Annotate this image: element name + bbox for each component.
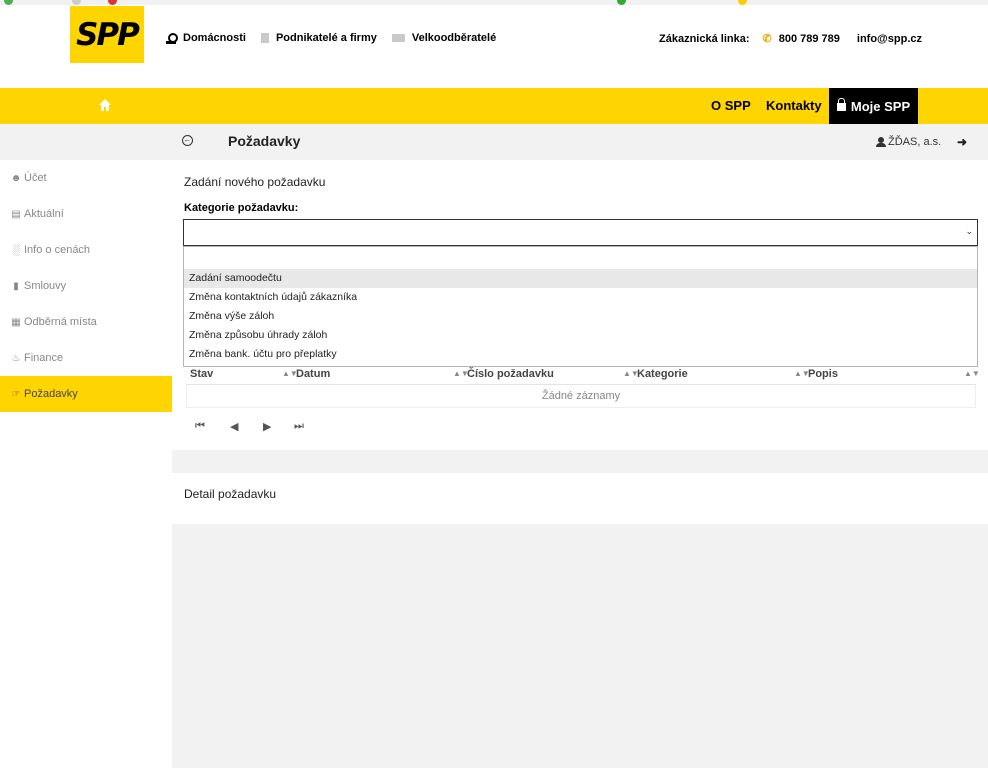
contact-label: Zákaznická linka: bbox=[659, 32, 750, 45]
phone-icon: ✆ bbox=[762, 33, 772, 45]
user-icon bbox=[876, 137, 886, 147]
my-account-button[interactable]: Moje SPP bbox=[829, 88, 918, 124]
my-account-label: Moje SPP bbox=[850, 98, 911, 114]
sidebar-item-requests[interactable]: ☞ Požadavky bbox=[0, 376, 172, 412]
table-empty-row: Žádné záznamy bbox=[186, 385, 976, 408]
factory-icon bbox=[391, 34, 405, 42]
spp-logo[interactable]: SPP bbox=[70, 6, 144, 63]
last-page-icon[interactable]: ⏭ bbox=[294, 420, 304, 433]
request-detail-title: Detail požadavku bbox=[184, 487, 277, 501]
nav-about-link[interactable]: O SPP bbox=[711, 98, 751, 113]
dropdown-option[interactable]: Zadání samoodečtu bbox=[184, 269, 977, 288]
page-header: ← Požadavky ŽĎAS, a.s. ➜ bbox=[0, 124, 988, 160]
dropdown-option[interactable]: Změna kontaktních údajů zákazníka bbox=[184, 288, 977, 307]
sidebar-item-label: Účet bbox=[24, 172, 47, 184]
sidebar-item-supply-points[interactable]: ▦ Odběrná místa bbox=[0, 304, 172, 340]
page-title: Požadavky bbox=[228, 133, 301, 149]
user-name: ŽĎAS, a.s. bbox=[888, 136, 942, 148]
logo-text: SPP bbox=[76, 16, 140, 53]
category-select[interactable]: ⌄ bbox=[183, 219, 978, 246]
document-icon: ▮ bbox=[13, 280, 19, 292]
sidebar-item-label: Aktuální bbox=[24, 208, 64, 220]
person-icon bbox=[166, 32, 178, 44]
dropdown-option-empty[interactable] bbox=[184, 249, 977, 268]
column-header-status[interactable]: Stav bbox=[190, 368, 213, 380]
column-header-request-number[interactable]: Číslo požadavku bbox=[467, 368, 554, 380]
segment-label: Domácnosti bbox=[183, 32, 246, 44]
segment-nav: Domácnosti Podnikatelé a firmy Velkoodbě… bbox=[166, 32, 511, 44]
segment-business[interactable]: Podnikatelé a firmy bbox=[260, 32, 377, 44]
building-icon bbox=[260, 33, 269, 43]
home-icon[interactable] bbox=[99, 99, 111, 111]
segment-label: Podnikatelé a firmy bbox=[275, 32, 377, 44]
request-detail-card bbox=[172, 473, 988, 524]
sidebar-item-label: Smlouvy bbox=[24, 280, 67, 292]
sidebar-item-current[interactable]: ▤ Aktuální bbox=[0, 196, 172, 232]
calendar-icon: ▤ bbox=[11, 208, 21, 220]
sidebar-item-contracts[interactable]: ▮ Smlouvy bbox=[0, 268, 172, 304]
sidebar-item-account[interactable]: ☻ Účet bbox=[0, 160, 172, 196]
phone-link[interactable]: 800 789 789 bbox=[779, 33, 840, 45]
column-header-description[interactable]: Popis bbox=[808, 368, 838, 380]
user-icon: ☻ bbox=[10, 172, 22, 184]
grid-icon: ▦ bbox=[11, 316, 21, 328]
hand-pointer-icon: ☞ bbox=[11, 388, 21, 400]
column-header-category[interactable]: Kategorie bbox=[637, 368, 688, 380]
category-label: Kategorie požadavku: bbox=[184, 202, 299, 214]
contact-info: Zákaznická linka: ✆ 800 789 789 info@spp… bbox=[659, 32, 922, 46]
site-header: SPP Domácnosti Podnikatelé a firmy Velko… bbox=[0, 5, 988, 88]
dropdown-option[interactable]: Změna bank. účtu pro přeplatky bbox=[184, 345, 977, 364]
segment-households[interactable]: Domácnosti bbox=[166, 32, 246, 44]
previous-page-icon[interactable]: ◀ bbox=[230, 420, 238, 433]
sidebar-item-prices[interactable]: ░ Info o cenách bbox=[0, 232, 172, 268]
user-info[interactable]: ŽĎAS, a.s. bbox=[876, 136, 941, 148]
dropdown-option[interactable]: Změna výše záloh bbox=[184, 307, 977, 326]
segment-wholesale[interactable]: Velkoodběratelé bbox=[391, 32, 497, 44]
back-arrow-icon[interactable]: ← bbox=[182, 135, 193, 146]
sidebar: ☻ Účet ▤ Aktuální ░ Info o cenách ▮ Smlo… bbox=[0, 160, 172, 768]
nav-contacts-link[interactable]: Kontakty bbox=[766, 98, 822, 113]
sidebar-item-label: Info o cenách bbox=[24, 244, 91, 256]
logout-icon[interactable]: ➜ bbox=[957, 135, 967, 149]
dropdown-option[interactable]: Změna způsobu úhrady záloh bbox=[184, 326, 977, 345]
column-header-date[interactable]: Datum bbox=[296, 368, 330, 380]
chevron-down-icon: ⌄ bbox=[965, 226, 973, 236]
sidebar-item-label: Finance bbox=[24, 352, 64, 364]
bar-chart-icon: ░ bbox=[12, 244, 20, 256]
segment-label: Velkoodběratelé bbox=[411, 32, 497, 44]
lock-icon bbox=[836, 98, 846, 111]
first-page-icon[interactable]: ⏮ bbox=[195, 420, 205, 433]
category-dropdown-list: Zadání samoodečtu Změna kontaktních údaj… bbox=[183, 246, 978, 367]
main-nav: O SPP Kontakty Moje SPP bbox=[0, 88, 988, 124]
sidebar-item-finance[interactable]: ♨ Finance bbox=[0, 340, 172, 376]
sidebar-item-label: Požadavky bbox=[24, 388, 78, 400]
email-link[interactable]: info@spp.cz bbox=[857, 33, 922, 45]
requests-table-header: Stav ▲▼ Datum ▲▼ Číslo požadavku ▲▼ Kate… bbox=[186, 366, 980, 385]
sidebar-item-label: Odběrná místa bbox=[24, 316, 97, 328]
piggy-bank-icon: ♨ bbox=[11, 352, 21, 364]
new-request-title: Zadání nového požadavku bbox=[184, 175, 326, 189]
sort-icon[interactable]: ▲▼ bbox=[964, 369, 980, 378]
next-page-icon[interactable]: ▶ bbox=[263, 420, 271, 433]
